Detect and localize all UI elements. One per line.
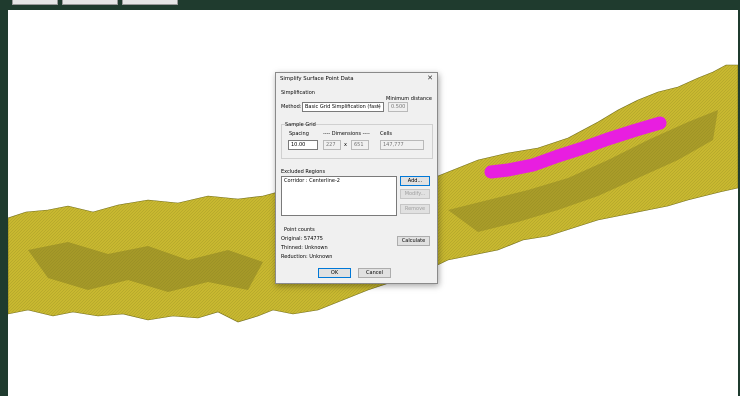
- dimension-y-field: 651: [351, 140, 369, 150]
- method-label: Method:: [281, 104, 302, 110]
- min-distance-field[interactable]: 0.500: [388, 102, 408, 112]
- simplification-label: Simplification: [281, 90, 315, 96]
- dimensions-label: ---- Dimensions ----: [323, 131, 370, 137]
- calculate-button[interactable]: Calculate: [397, 236, 430, 246]
- cells-label: Cells: [380, 131, 392, 137]
- spacing-input[interactable]: 10.00: [288, 140, 318, 150]
- spacing-label: Spacing: [289, 131, 309, 137]
- min-distance-value: 0.500: [391, 104, 406, 110]
- dimension-x-value: 227: [326, 142, 336, 148]
- sample-grid-label: Sample Grid: [285, 122, 316, 128]
- toolbar-button-2[interactable]: [62, 0, 118, 5]
- add-button[interactable]: Add...: [400, 176, 430, 186]
- simplify-dialog: Simplify Surface Point Data ✕ Simplifica…: [275, 72, 438, 284]
- dimension-separator: x: [344, 142, 347, 148]
- cells-field: 147,777: [380, 140, 424, 150]
- dimension-y-value: 651: [354, 142, 364, 148]
- cells-value: 147,777: [383, 142, 404, 148]
- list-item[interactable]: Corridor : Centerline-2: [284, 178, 394, 184]
- ok-button[interactable]: OK: [318, 268, 351, 278]
- excluded-regions-label: Excluded Regions: [281, 169, 326, 175]
- cancel-button[interactable]: Cancel: [358, 268, 391, 278]
- original-count: Original: 574775: [281, 236, 323, 242]
- dimension-x-field: 227: [323, 140, 341, 150]
- method-dropdown[interactable]: Basic Grid Simplification (fast) ⌄: [302, 102, 384, 112]
- toolbar-button-3[interactable]: [122, 0, 178, 5]
- top-toolbar: [0, 0, 740, 6]
- excluded-regions-list[interactable]: Corridor : Centerline-2: [281, 176, 397, 216]
- spacing-value: 10.00: [291, 142, 306, 148]
- method-value: Basic Grid Simplification (fast): [305, 104, 381, 110]
- dialog-title: Simplify Surface Point Data: [280, 76, 354, 82]
- thinned-count: Thinned: Unknown: [281, 245, 328, 251]
- reduction-count: Reduction: Unknown: [281, 254, 333, 260]
- toolbar-button-1[interactable]: [12, 0, 58, 5]
- modify-button[interactable]: Modify...: [400, 189, 430, 199]
- point-counts-label: Point counts: [284, 227, 315, 233]
- chevron-down-icon: ⌄: [376, 103, 381, 109]
- remove-button[interactable]: Remove: [400, 204, 430, 214]
- close-icon[interactable]: ✕: [427, 74, 433, 82]
